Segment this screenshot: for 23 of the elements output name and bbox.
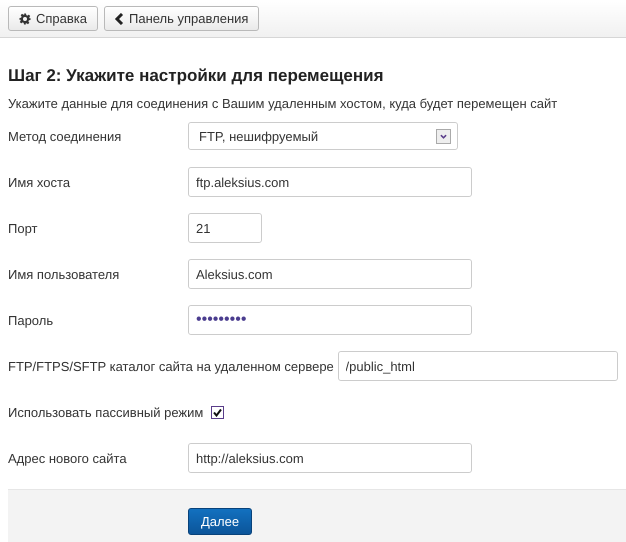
field-label: Адрес нового сайта [8,450,128,466]
input-field[interactable]: ftp.aleksius.com [188,167,472,197]
input-field[interactable]: Aleksius.com [188,259,472,289]
field-label: Имя хоста [8,174,72,190]
checkbox[interactable] [211,406,224,418]
chevron-left-icon [115,12,124,24]
password-field[interactable]: ••••••••• [188,305,472,335]
input-field[interactable]: http://aleksius.com [188,443,472,473]
select-field[interactable]: FTP, нешифруемый [188,122,458,150]
field-label: Пароль [8,312,54,328]
help-button[interactable]: Справка [8,6,98,31]
input-field[interactable]: /public_html [338,351,618,381]
input-field[interactable]: 21 [188,213,262,243]
field-label: Использовать пассивный режим [8,404,204,420]
chevron-down-icon [436,128,451,144]
gear-icon [19,12,31,24]
field-label: Имя пользователя [8,266,120,282]
page-heading: Шаг 2: Укажите настройки для перемещения [8,66,385,86]
field-label: Метод соединения [8,128,122,144]
next-button[interactable]: Далее [188,508,252,535]
description: Укажите данные для соединения с Вашим удаленным хостом, куда будет перемещен сайт [8,95,558,113]
field-label: Порт [8,220,38,236]
back-button[interactable]: Панель управления [104,6,260,31]
